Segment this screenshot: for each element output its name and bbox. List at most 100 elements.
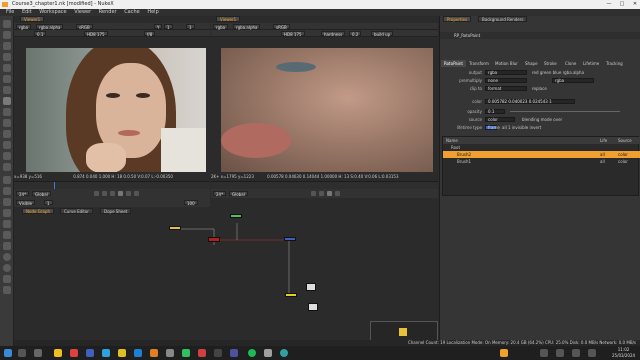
viewer2-play-back-icon[interactable] xyxy=(319,191,324,196)
taskbar-clock[interactable]: 11:02 25/03/2024 xyxy=(612,347,635,359)
menu-viewer[interactable]: Viewer xyxy=(74,9,91,16)
paint-tool-icon[interactable] xyxy=(3,97,11,105)
tab-tracking[interactable]: Tracking xyxy=(603,60,626,67)
viewer2-scope[interactable]: Global xyxy=(229,191,248,197)
menu-workspace[interactable]: Workspace xyxy=(39,9,66,16)
rotopaint-node[interactable] xyxy=(208,237,220,242)
viewer1-prev-frame-icon[interactable] xyxy=(102,191,107,196)
tree-row-root[interactable]: Root xyxy=(443,144,640,151)
viewer1-alpha-select[interactable]: rgba.alpha xyxy=(36,24,64,30)
tab-node-graph[interactable]: Node Graph xyxy=(22,208,54,214)
premultiply-select[interactable]: none xyxy=(485,78,527,83)
color-values[interactable]: 0.005782 0.040023 0.024543 1 xyxy=(485,99,575,104)
tab-clone[interactable]: Clone xyxy=(562,60,579,67)
opacity-value[interactable]: 0.1 xyxy=(485,109,505,114)
image-tool-icon[interactable] xyxy=(3,187,11,195)
viewer1-opacity-value[interactable]: 0.1 xyxy=(34,31,47,37)
smudge-tool-icon[interactable] xyxy=(3,119,11,127)
eraser-tool-icon[interactable] xyxy=(3,108,11,116)
color-tool-icon[interactable] xyxy=(3,163,11,171)
viewer-node-b[interactable] xyxy=(308,303,318,311)
tab-rotopaint[interactable]: RotoPaint xyxy=(441,60,466,67)
clone-tool-icon[interactable] xyxy=(3,64,11,72)
viewer1-play-back-icon[interactable] xyxy=(110,191,115,196)
tree-row-brush2[interactable]: Brush2 all color xyxy=(443,151,640,158)
tab-motion-blur[interactable]: Motion Blur xyxy=(492,60,521,67)
viewer1-out-point[interactable]: 100 xyxy=(184,200,198,206)
viewer2-buildup-label[interactable]: build up xyxy=(371,31,394,37)
viewer1-channel-select[interactable]: rgba xyxy=(16,24,32,30)
tab-lifetime[interactable]: Lifetime xyxy=(580,60,602,67)
tray-icon-4[interactable] xyxy=(572,349,580,357)
viewer1-y-value[interactable]: 1 xyxy=(164,24,173,30)
write-node[interactable] xyxy=(285,293,297,297)
nuke-taskbar-icon[interactable] xyxy=(54,349,62,357)
app-icon-2[interactable] xyxy=(70,349,78,357)
blending-mode[interactable]: blending mode over xyxy=(522,116,562,123)
node-name[interactable]: RP_RotoPaint xyxy=(454,32,480,39)
taskview-icon[interactable] xyxy=(34,349,42,357)
toolsets-icon[interactable] xyxy=(3,286,11,294)
viewer1-gain[interactable]: f/8 xyxy=(144,31,156,37)
viewer1-first-frame-icon[interactable] xyxy=(94,191,99,196)
viewer2-colorspace[interactable]: sRGB xyxy=(273,24,290,30)
viewer1-timeline[interactable] xyxy=(14,181,210,190)
app-icon-3[interactable] xyxy=(86,349,94,357)
tab-viewer1-right[interactable]: Viewer1 xyxy=(216,16,241,22)
draw-tool-icon[interactable] xyxy=(3,176,11,184)
tab-transform[interactable]: Transform xyxy=(466,60,492,67)
viewer1-in-point[interactable]: 1 xyxy=(44,200,53,206)
viewer1-play-icon[interactable] xyxy=(118,191,123,196)
read-node[interactable] xyxy=(169,226,181,230)
opacity-slider[interactable] xyxy=(510,111,620,112)
reveal-tool-icon[interactable] xyxy=(3,141,11,149)
folder-icon[interactable] xyxy=(118,349,126,357)
app-icon-12[interactable] xyxy=(230,349,238,357)
tab-stroke[interactable]: Stroke xyxy=(541,60,560,67)
merge-node[interactable] xyxy=(284,237,296,241)
replace-checkbox-label[interactable]: replace xyxy=(532,85,547,92)
tray-icon-5[interactable] xyxy=(588,349,596,357)
app-icon-10[interactable] xyxy=(198,349,206,357)
select-tool-icon[interactable] xyxy=(3,20,11,28)
brush-tool-icon[interactable] xyxy=(3,53,11,61)
channel-tool-icon[interactable] xyxy=(3,198,11,206)
node-graph-canvas[interactable] xyxy=(14,214,438,346)
viewer2-timeline[interactable] xyxy=(211,181,438,189)
menu-help[interactable]: Help xyxy=(147,9,158,16)
color-correct-icon[interactable] xyxy=(3,209,11,217)
minimize-button[interactable]: — xyxy=(604,0,614,9)
tray-icon-3[interactable] xyxy=(556,349,564,357)
close-button[interactable]: ✕ xyxy=(630,0,640,9)
roto-node[interactable] xyxy=(230,214,242,218)
lifetime-extras[interactable]: all 1 invisible invert xyxy=(502,124,541,131)
menu-render[interactable]: Render xyxy=(99,9,117,16)
source-select[interactable]: color xyxy=(485,117,515,122)
viewer1-last-frame-icon[interactable] xyxy=(134,191,139,196)
spotify-icon[interactable] xyxy=(248,349,256,357)
viewer2-image[interactable] xyxy=(221,48,433,172)
tab-curve-editor[interactable]: Curve Editor xyxy=(60,208,93,214)
bezier-tool-icon[interactable] xyxy=(3,42,11,50)
app-icon-7[interactable] xyxy=(150,349,158,357)
search-icon[interactable] xyxy=(18,349,26,357)
tray-icon-2[interactable] xyxy=(540,349,548,357)
viewer1-next-frame-icon[interactable] xyxy=(126,191,131,196)
output-channels[interactable]: red green blue rgba.alpha xyxy=(532,69,584,76)
points-tool-icon[interactable] xyxy=(3,31,11,39)
particles-tool-icon[interactable] xyxy=(3,264,11,272)
viewer2-play-icon[interactable] xyxy=(327,191,332,196)
tray-icon-1[interactable] xyxy=(500,349,508,357)
viewer1-scope[interactable]: Global xyxy=(32,191,51,197)
merge-tool-icon[interactable] xyxy=(3,242,11,250)
viewer2-res[interactable]: HD8 175 xyxy=(281,31,305,37)
eye-tool-icon[interactable] xyxy=(3,152,11,160)
app-icon-14[interactable] xyxy=(264,349,272,357)
tab-shape[interactable]: Shape xyxy=(522,60,541,67)
dodge-tool-icon[interactable] xyxy=(3,86,11,94)
tab-viewer1-left[interactable]: Viewer1 xyxy=(20,16,45,22)
viewer2-channel-select[interactable]: rgba xyxy=(213,24,229,30)
tab-dope-sheet[interactable]: Dope Sheet xyxy=(100,208,132,214)
viewer1-colorspace[interactable]: sRGB xyxy=(76,24,93,30)
maximize-button[interactable]: □ xyxy=(617,0,627,9)
